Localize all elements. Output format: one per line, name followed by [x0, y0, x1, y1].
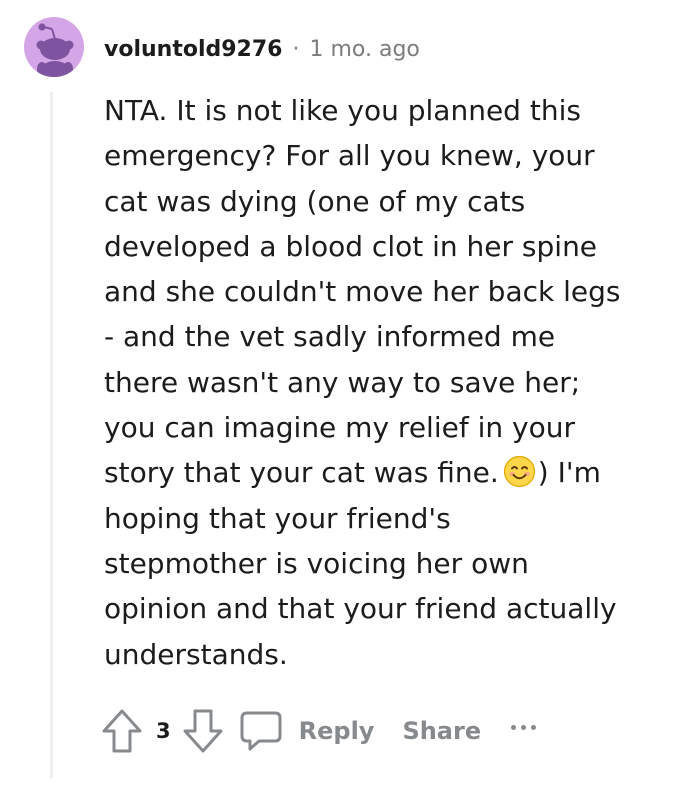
comment: voluntold9276 · 1 mo. ago NTA. It is not… — [0, 0, 700, 786]
comment-line: stepmother is voicing her own — [104, 546, 529, 580]
comment-line: and she couldn't move her back legs — [104, 275, 621, 309]
comment-line: understands. — [104, 637, 288, 671]
comment-line: NTA. It is not like you planned this — [104, 94, 581, 127]
comment-line: hoping that your friend's — [104, 501, 451, 535]
more-options-dot-icon — [531, 724, 537, 730]
comment-line: developed a blood clot in her spine — [104, 229, 598, 263]
comment-line-with-emoji: story that your cat was fine. ) I'm — [104, 450, 664, 495]
comment-line-text: ) I'm — [537, 456, 601, 490]
reply-button[interactable]: Reply — [239, 708, 375, 754]
more-options-dot-icon — [521, 724, 527, 730]
comment-line: there wasn't any way to save her; — [104, 365, 581, 399]
comment-line: emergency? For all you knew, your — [104, 139, 595, 173]
more-options-button[interactable] — [511, 724, 537, 730]
meta-separator: · — [292, 36, 300, 62]
thread-line[interactable] — [50, 92, 53, 778]
vote-count: 3 — [156, 719, 171, 743]
comment-line-text: story that your cat was fine. — [104, 456, 499, 490]
smiling-face-emoji-icon — [503, 455, 536, 488]
comment-actions: 3 Reply Share — [100, 706, 537, 756]
snoo-avatar-icon — [36, 23, 74, 77]
downvote-button[interactable] — [181, 707, 225, 755]
comment-header: voluntold9276 · 1 mo. ago — [104, 33, 420, 65]
comment-body: NTA. It is not like you planned this eme… — [104, 88, 664, 677]
comment-line: cat was dying (one of my cats — [104, 184, 526, 218]
downvote-arrow-icon — [183, 709, 223, 753]
username[interactable]: voluntold9276 — [104, 37, 282, 62]
upvote-arrow-icon — [102, 709, 142, 753]
comment-line: opinion and that your friend actually — [104, 592, 617, 626]
comment-line: you can imagine my relief in your — [104, 411, 575, 445]
reply-label[interactable]: Reply — [299, 717, 375, 745]
timestamp[interactable]: 1 mo. ago — [309, 37, 419, 62]
avatar[interactable] — [24, 17, 84, 77]
speech-bubble-icon — [240, 711, 282, 751]
more-options-dot-icon — [511, 724, 517, 730]
share-button[interactable]: Share — [402, 717, 481, 745]
upvote-button[interactable] — [100, 707, 144, 755]
comment-line: - and the vet sadly informed me — [104, 320, 556, 354]
